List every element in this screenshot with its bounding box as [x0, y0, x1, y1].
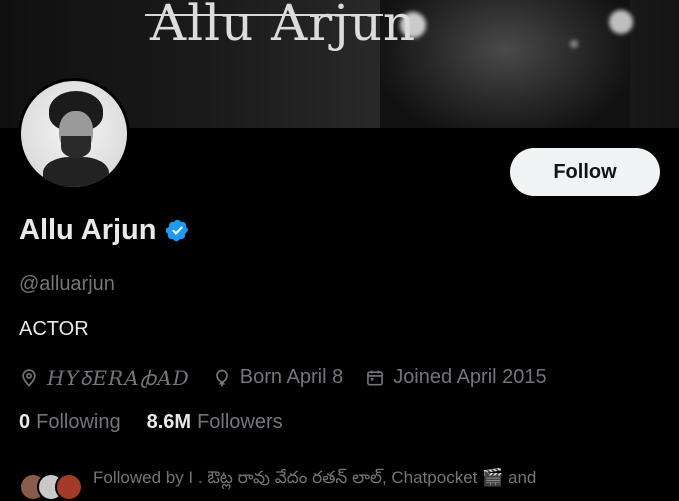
profile-meta: HYꝽERAꞗAD Born April 8 Joined April 2015	[19, 364, 569, 391]
followed-by-text: Followed by I . ఔట్ల రావు వేదం రతన్ లాల్…	[93, 468, 537, 487]
map-pin-icon	[22, 368, 36, 387]
birthday-item: Born April 8	[212, 366, 343, 389]
born-text: Born April 8	[239, 366, 344, 388]
profile-handle: @alluarjun	[19, 273, 115, 295]
following-count[interactable]: 0	[19, 411, 30, 434]
profile-bio: ACTOR	[19, 318, 89, 340]
avatar-body	[43, 157, 109, 187]
banner-light	[609, 10, 633, 34]
following-link[interactable]: Following	[36, 411, 120, 434]
avatar-beard	[61, 136, 91, 158]
location-text: HYꝽERAꞗAD	[47, 366, 190, 390]
balloon-icon	[215, 369, 228, 386]
joined-text: Joined April 2015	[393, 366, 547, 388]
verified-badge-icon[interactable]	[165, 218, 190, 243]
profile-name: Allu Arjun	[19, 214, 157, 246]
follower-avatars	[19, 469, 83, 501]
follow-button[interactable]: Follow	[510, 148, 660, 196]
followers-count[interactable]: 8.6M	[147, 411, 191, 434]
followed-by-row[interactable]: Followed by I . ఔట్ల రావు వేదం రతన్ లాల్…	[19, 468, 537, 501]
profile-name-row: Allu Arjun	[19, 214, 190, 247]
calendar-icon	[367, 370, 384, 385]
follower-avatar	[55, 473, 83, 501]
location-item: HYꝽERAꞗAD	[19, 364, 190, 391]
joined-item: Joined April 2015	[365, 366, 547, 389]
avatar[interactable]	[18, 78, 130, 190]
followers-link[interactable]: Followers	[197, 411, 283, 434]
banner-light	[570, 40, 578, 48]
banner-signature: Allu Arjun	[150, 0, 417, 52]
profile-stats: 0 Following 8.6M Followers	[19, 411, 309, 434]
